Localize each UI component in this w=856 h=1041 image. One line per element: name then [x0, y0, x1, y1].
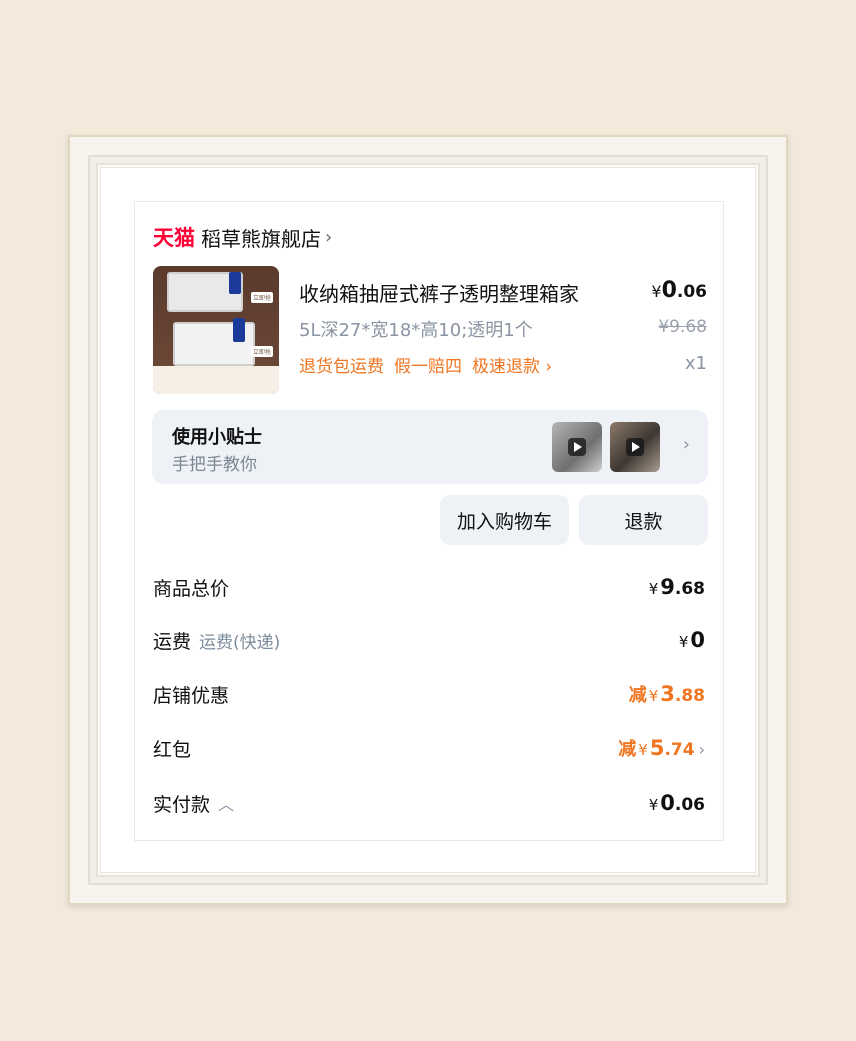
- paid-amount-value: ¥0.06: [648, 791, 705, 815]
- paid-amount-row[interactable]: 实付款 ︿ ¥0.06: [153, 788, 705, 818]
- product-price: ¥0.06: [651, 278, 707, 303]
- goods-total-row: 商品总价 ¥9.68: [153, 572, 705, 602]
- video-thumbnail[interactable]: [552, 422, 602, 472]
- red-packet-label: 红包: [153, 738, 192, 761]
- add-to-cart-button[interactable]: 加入购物车: [440, 495, 569, 545]
- paid-amount-label: 实付款: [153, 793, 211, 816]
- service-tag-fast-refund[interactable]: 极速退款 ›: [472, 352, 552, 377]
- product-spec: 5L深27*宽18*高10;透明1个: [299, 320, 533, 341]
- store-discount-value: 减 ¥3.88: [628, 682, 705, 706]
- refund-button[interactable]: 退款: [579, 495, 708, 545]
- tips-subtitle: 手把手教你: [172, 455, 257, 475]
- service-tags[interactable]: 退货包运费 假一赔四 极速退款 ›: [299, 352, 552, 377]
- play-icon: [626, 438, 644, 456]
- service-tag-fake-compensation: 假一赔四: [394, 357, 462, 377]
- usage-tips-card[interactable]: 使用小贴士 手把手教你 ›: [152, 410, 708, 484]
- tmall-logo: 天猫: [153, 226, 195, 250]
- original-price: ¥9.68: [658, 317, 707, 337]
- chevron-up-icon[interactable]: ︿: [218, 791, 234, 815]
- chevron-right-icon: ›: [698, 740, 705, 759]
- store-discount-label: 店铺优惠: [153, 684, 230, 707]
- shipping-method: 运费(快递): [199, 632, 281, 653]
- shipping-row: 运费 运费(快递) ¥0: [153, 625, 705, 655]
- video-thumbnail[interactable]: [610, 422, 660, 472]
- goods-total-value: ¥9.68: [648, 575, 705, 599]
- shop-name[interactable]: 稻草熊旗舰店: [201, 223, 321, 252]
- goods-total-label: 商品总价: [153, 577, 230, 600]
- chevron-right-icon: ›: [682, 434, 690, 455]
- tips-title: 使用小贴士: [172, 427, 262, 448]
- play-icon: [568, 438, 586, 456]
- service-tag-free-return: 退货包运费: [299, 357, 384, 377]
- chevron-right-icon: ›: [325, 226, 333, 248]
- product-title[interactable]: 收纳箱抽屉式裤子透明整理箱家: [299, 278, 579, 307]
- order-detail-screen: 天猫 稻草熊旗舰店 › 立即抢 立即抢 收纳箱抽屉式裤子透明整理箱家 ¥0.06…: [134, 201, 724, 841]
- shop-header[interactable]: 天猫 稻草熊旗舰店 ›: [153, 222, 332, 252]
- shipping-value: ¥0: [678, 628, 705, 652]
- red-packet-row[interactable]: 红包 减 ¥5.74 ›: [153, 733, 705, 763]
- product-thumbnail[interactable]: 立即抢 立即抢: [153, 266, 279, 394]
- red-packet-value[interactable]: 减 ¥5.74 ›: [618, 735, 705, 761]
- shipping-label: 运费: [153, 630, 192, 653]
- store-discount-row: 店铺优惠 减 ¥3.88: [153, 679, 705, 709]
- product-quantity: x1: [684, 353, 707, 374]
